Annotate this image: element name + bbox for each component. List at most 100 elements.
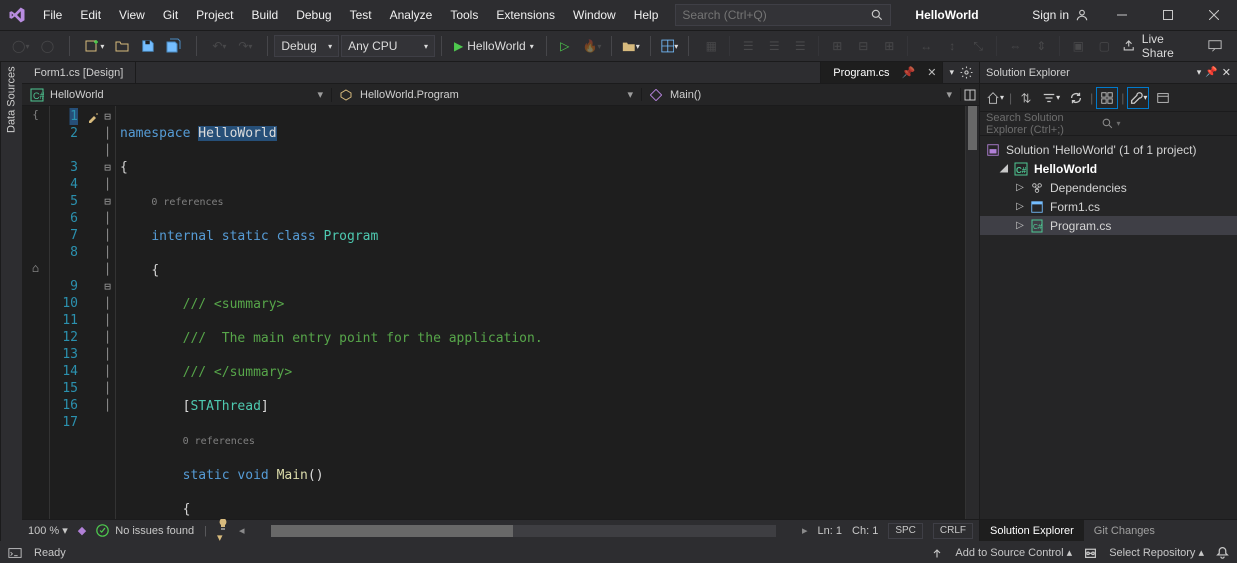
publish-icon[interactable] xyxy=(931,547,943,559)
chevron-down-icon[interactable]: ◢ xyxy=(998,163,1010,175)
repo-icon[interactable] xyxy=(1084,546,1097,559)
align-mid-button[interactable]: ⊟ xyxy=(851,34,875,58)
menu-project[interactable]: Project xyxy=(187,0,242,30)
title-search[interactable] xyxy=(675,4,891,26)
live-share-button[interactable]: Live Share xyxy=(1122,32,1197,60)
nav-class-dropdown[interactable]: HelloWorld.Program ▾ xyxy=(332,88,642,101)
start-nodebug-button[interactable]: ▷ xyxy=(553,34,577,58)
menu-test[interactable]: Test xyxy=(341,0,381,30)
vspace-button[interactable]: ⇕ xyxy=(1029,34,1053,58)
menu-file[interactable]: File xyxy=(34,0,71,30)
pending-changes-filter-button[interactable]: ▾ xyxy=(1040,87,1062,109)
align-grid-button[interactable]: ▦ xyxy=(699,34,723,58)
menu-tools[interactable]: Tools xyxy=(441,0,487,30)
tree-project-node[interactable]: ◢ C# HelloWorld xyxy=(980,159,1237,178)
open-file-button[interactable] xyxy=(110,34,134,58)
nav-back-button[interactable]: ◯▾ xyxy=(8,34,33,58)
redo-button[interactable]: ↷▾ xyxy=(233,34,257,58)
feedback-button[interactable] xyxy=(1203,34,1227,58)
chevron-right-icon[interactable]: ▷ xyxy=(1014,182,1026,194)
home-button[interactable]: ▾ xyxy=(984,87,1006,109)
window-position-button[interactable]: ▾ xyxy=(1197,67,1202,78)
error-list-summary[interactable]: No issues found xyxy=(96,524,194,537)
align-top-button[interactable]: ⊞ xyxy=(825,34,849,58)
caret-col[interactable]: Ch: 1 xyxy=(852,525,878,537)
nav-member-dropdown[interactable]: Main() ▾ xyxy=(642,88,961,101)
menu-window[interactable]: Window xyxy=(564,0,625,30)
notifications-icon[interactable] xyxy=(1216,546,1229,559)
chevron-right-icon[interactable]: ▷ xyxy=(1014,201,1026,213)
outlining-margin[interactable]: ⊟││⊟│⊟││││ ⊟│││││││ xyxy=(100,106,116,519)
hspace-button[interactable]: ⇔ xyxy=(1003,34,1027,58)
nav-fwd-button[interactable]: ◯ xyxy=(35,34,59,58)
size-v-button[interactable]: ↕ xyxy=(940,34,964,58)
browse-button[interactable]: ▾ xyxy=(618,34,644,58)
close-icon[interactable]: ✕ xyxy=(927,66,936,79)
send-back-button[interactable]: ▢ xyxy=(1092,34,1116,58)
menu-view[interactable]: View xyxy=(110,0,154,30)
tab-overflow-button[interactable]: ▾ xyxy=(949,67,954,78)
indent-mode[interactable]: SPC xyxy=(888,523,923,539)
tab-program-cs[interactable]: Program.cs 📌 ✕ xyxy=(820,62,942,83)
zoom-level[interactable]: 100 % ▾ xyxy=(28,524,68,537)
tab-solution-explorer[interactable]: Solution Explorer xyxy=(980,520,1084,541)
sync-button[interactable] xyxy=(1065,87,1087,109)
vertical-scrollbar[interactable] xyxy=(965,106,979,519)
menu-debug[interactable]: Debug xyxy=(287,0,340,30)
nav-project-dropdown[interactable]: C# HelloWorld ▾ xyxy=(22,88,332,102)
preview-button[interactable] xyxy=(1152,87,1174,109)
tab-form1-design[interactable]: Form1.cs [Design] xyxy=(22,62,136,83)
tree-solution-node[interactable]: Solution 'HelloWorld' (1 of 1 project) xyxy=(980,140,1237,159)
side-tab-data-sources[interactable]: Data Sources xyxy=(0,62,22,541)
properties-button[interactable]: ▾ xyxy=(1127,87,1149,109)
code-editor[interactable]: { ⌂ 1 2 3 4 5 6 7 8 9 10 11 12 13 14 15 xyxy=(22,106,979,519)
platform-dropdown[interactable]: Any CPU▾ xyxy=(341,35,435,57)
align-bot-button[interactable]: ⊞ xyxy=(877,34,901,58)
quick-actions-icon[interactable] xyxy=(86,108,100,125)
select-repository[interactable]: Select Repository ▴ xyxy=(1109,546,1204,559)
size-both-button[interactable]: ⤡ xyxy=(966,34,990,58)
size-h-button[interactable]: ↔ xyxy=(914,34,938,58)
show-all-files-button[interactable] xyxy=(1096,87,1118,109)
add-source-control[interactable]: Add to Source Control ▴ xyxy=(955,546,1072,559)
pin-icon[interactable]: 📌 xyxy=(902,66,916,79)
close-icon[interactable]: ✕ xyxy=(1222,66,1231,79)
tree-dependencies-node[interactable]: ▷ Dependencies xyxy=(980,178,1237,197)
switch-views-button[interactable] xyxy=(1015,87,1037,109)
menu-git[interactable]: Git xyxy=(154,0,187,30)
window-minimize[interactable] xyxy=(1099,0,1145,30)
solution-explorer-search[interactable]: Search Solution Explorer (Ctrl+;) ▾ xyxy=(980,112,1237,136)
window-close[interactable] xyxy=(1191,0,1237,30)
tree-program-node[interactable]: ▷ C# Program.cs xyxy=(980,216,1237,235)
horizontal-scrollbar[interactable] xyxy=(271,525,776,537)
tree-form1-node[interactable]: ▷ Form1.cs xyxy=(980,197,1237,216)
config-dropdown[interactable]: Debug▾ xyxy=(274,35,339,57)
menu-analyze[interactable]: Analyze xyxy=(381,0,442,30)
title-search-input[interactable] xyxy=(682,8,870,22)
layout-button[interactable]: ▾ xyxy=(657,34,683,58)
line-ending[interactable]: CRLF xyxy=(933,523,973,539)
menu-help[interactable]: Help xyxy=(625,0,668,30)
output-icon[interactable] xyxy=(8,546,22,560)
hot-reload-button[interactable]: 🔥▾ xyxy=(579,34,606,58)
code-text[interactable]: namespace HelloWorld { 0 references inte… xyxy=(116,106,979,519)
align-center-button[interactable]: ☰ xyxy=(762,34,786,58)
menu-build[interactable]: Build xyxy=(243,0,288,30)
sign-in[interactable]: Sign in xyxy=(1022,0,1099,30)
solution-tree[interactable]: Solution 'HelloWorld' (1 of 1 project) ◢… xyxy=(980,136,1237,519)
menu-extensions[interactable]: Extensions xyxy=(487,0,564,30)
start-debug-button[interactable]: ▶ HelloWorld ▾ xyxy=(448,34,540,58)
menu-edit[interactable]: Edit xyxy=(71,0,110,30)
save-button[interactable] xyxy=(136,34,160,58)
align-left-button[interactable]: ☰ xyxy=(736,34,760,58)
save-all-button[interactable] xyxy=(162,34,186,58)
chevron-right-icon[interactable]: ▷ xyxy=(1014,220,1026,232)
lightbulb-icon[interactable]: ▾ xyxy=(217,517,229,544)
bring-front-button[interactable]: ▣ xyxy=(1066,34,1090,58)
split-editor-button[interactable] xyxy=(961,89,979,101)
tab-git-changes[interactable]: Git Changes xyxy=(1084,520,1165,541)
caret-line[interactable]: Ln: 1 xyxy=(818,525,842,537)
undo-button[interactable]: ↶▾ xyxy=(207,34,231,58)
tab-settings-icon[interactable] xyxy=(960,66,973,79)
align-right-button[interactable]: ☰ xyxy=(788,34,812,58)
